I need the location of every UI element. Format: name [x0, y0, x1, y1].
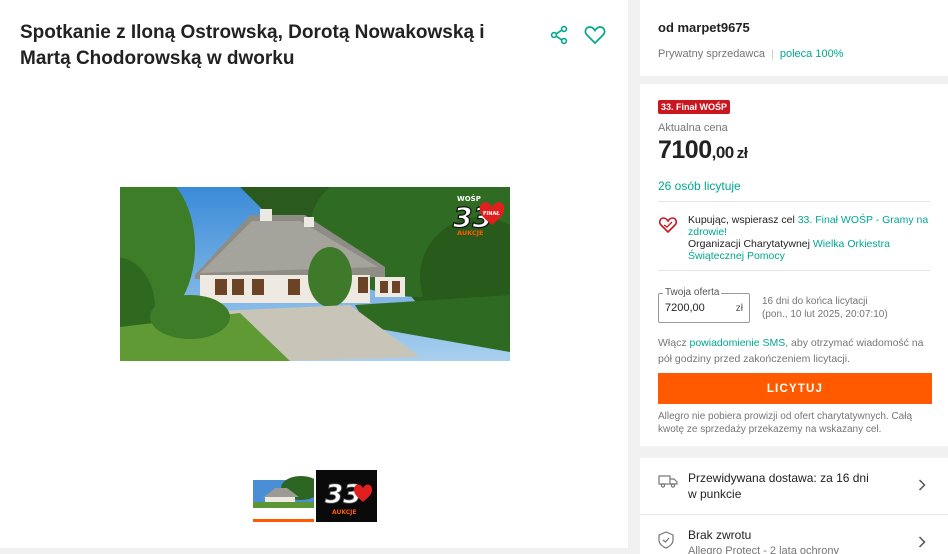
auction-time-left: 16 dni do końca licytacji (pon., 10 lut …: [762, 295, 888, 323]
end-date-text: (pon., 10 lut 2025, 20:07:10): [762, 309, 888, 320]
seller-meta-separator: |: [771, 48, 774, 60]
price-currency: zł: [736, 145, 748, 162]
return-row[interactable]: Brak zwrotu Allegro Protect - 2 lata och…: [640, 514, 948, 554]
delivery-method: w punkcie: [688, 487, 742, 501]
seller-type: Prywatny sprzedawca: [658, 48, 765, 60]
gallery-panel: Spotkanie z Iloną Ostrowską, Dorotą Nowa…: [0, 0, 628, 548]
charity-org-prefix: Organizacji Charytatywnej: [688, 238, 813, 250]
heart-icon[interactable]: [584, 24, 606, 46]
chevron-right-icon: [918, 535, 926, 553]
delivery-row[interactable]: Przewidywana dostawa: za 16 dni w punkci…: [640, 458, 948, 514]
thumbnail-wosp-logo[interactable]: 33 AUKCJE: [316, 470, 377, 522]
thumbnail-strip: 33 AUKCJE: [253, 470, 377, 522]
return-title: Brak zwrotu: [688, 528, 752, 542]
svg-text:33: 33: [325, 480, 361, 510]
listing-title: Spotkanie z Iloną Ostrowską, Dorotą Nowa…: [20, 22, 485, 69]
listing-actions: [548, 24, 606, 46]
wosp-logo-text: AUKCJE: [457, 229, 483, 237]
truck-icon: [658, 474, 678, 493]
divider: [658, 270, 930, 271]
current-price: 7100,00 zł: [658, 136, 930, 165]
charity-heart-icon: [658, 216, 680, 262]
charity-info: Kupując, wspierasz cel 33. Finał WOŚP - …: [658, 214, 930, 262]
your-offer-input[interactable]: [665, 302, 725, 314]
wosp-logo-heart-text: FINAŁ: [483, 211, 500, 217]
sms-notification-link[interactable]: powiadomienie SMS: [690, 337, 786, 349]
buy-box: 33. Finał WOŚP Aktualna cena 7100,00 zł 2…: [640, 84, 948, 446]
main-photo[interactable]: WOŚP 33 FINAŁ AUKCJE: [120, 187, 510, 361]
your-offer-field[interactable]: Twoja oferta zł: [658, 287, 750, 323]
thumbnail-photo[interactable]: [253, 470, 314, 522]
charity-prefix: Kupując, wspierasz cel: [688, 214, 798, 226]
price-decimals: ,00: [711, 143, 735, 162]
delivery-estimate: Przewidywana dostawa: za 16 dni: [688, 471, 869, 485]
delivery-box: Przewidywana dostawa: za 16 dni w punkci…: [640, 458, 948, 554]
offer-row: Twoja oferta zł 16 dni do końca licytacj…: [658, 287, 930, 323]
wosp-badge: 33. Finał WOŚP: [658, 100, 731, 114]
shield-icon: [658, 531, 678, 554]
chevron-right-icon: [918, 478, 926, 496]
price-main: 7100: [658, 136, 712, 164]
seller-rating[interactable]: poleca 100%: [780, 48, 844, 60]
bid-button[interactable]: LICYTUJ: [658, 373, 932, 404]
seller-box: od marpet9675 Prywatny sprzedawca | poleca…: [640, 0, 948, 76]
sms-prefix: Włącz: [658, 337, 690, 349]
sms-notification: Włącz powiadomienie SMS, aby otrzymać wi…: [658, 335, 930, 367]
your-offer-label: Twoja oferta: [663, 287, 722, 298]
price-label: Aktualna cena: [658, 122, 728, 134]
bidders-count[interactable]: 26 osób licytuje: [658, 179, 930, 193]
seller-name[interactable]: od marpet9675: [658, 20, 930, 35]
time-left-text: 16 dni do końca licytacji: [762, 296, 868, 307]
your-offer-currency: zł: [735, 303, 743, 314]
divider: [658, 201, 930, 202]
seller-meta: Prywatny sprzedawca | poleca 100%: [658, 48, 930, 60]
commission-note: Allegro nie pobiera prowizji od ofert ch…: [658, 411, 913, 435]
svg-text:AUKCJE: AUKCJE: [332, 509, 356, 516]
share-icon[interactable]: [548, 24, 570, 46]
return-subtitle: Allegro Protect - 2 lata ochrony: [688, 545, 840, 554]
